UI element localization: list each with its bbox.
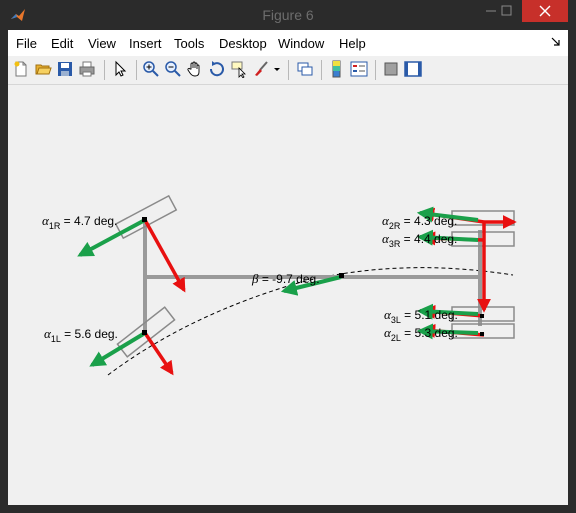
toolbar-separator [375, 60, 376, 80]
show-plot-tools-icon[interactable] [404, 60, 422, 78]
toolbar-separator [288, 60, 289, 80]
hide-plot-tools-icon[interactable] [382, 60, 400, 78]
print-icon[interactable] [78, 60, 96, 78]
pan-hand-icon[interactable] [186, 60, 204, 78]
menu-edit[interactable]: Edit [51, 36, 73, 51]
figure-window: Figure 6 File Edit View Insert Tools Des… [0, 0, 576, 513]
link-plot-icon[interactable] [296, 60, 314, 78]
label-alpha-3r: α3R = 4.4 deg. [382, 231, 458, 249]
zoom-out-icon[interactable] [164, 60, 182, 78]
force-arrow-front-left [143, 332, 174, 376]
brush-dropdown-icon[interactable] [272, 60, 282, 78]
edit-plot-arrow-icon[interactable] [111, 60, 129, 78]
figure-canvas[interactable]: α1R = 4.7 deg. α1L = 5.6 deg. β = -9.7 d… [8, 85, 568, 505]
menu-desktop[interactable]: Desktop [219, 36, 267, 51]
dock-arrow-icon[interactable] [550, 36, 562, 48]
menu-window[interactable]: Window [278, 36, 324, 51]
maximize-button[interactable] [494, 0, 524, 22]
menu-insert[interactable]: Insert [129, 36, 162, 51]
close-button[interactable] [522, 0, 568, 22]
label-alpha-3l: α3L = 5.1 deg. [384, 307, 458, 325]
vehicle-diagram [77, 194, 517, 376]
open-file-icon[interactable] [34, 60, 52, 78]
menu-tools[interactable]: Tools [174, 36, 204, 51]
menu-help[interactable]: Help [339, 36, 366, 51]
figure-toolbar [8, 56, 568, 85]
zoom-in-icon[interactable] [142, 60, 160, 78]
menu-file[interactable]: File [16, 36, 37, 51]
label-alpha-2l: α2L = 5.3 deg. [384, 325, 458, 343]
force-arrow-front-right [143, 219, 186, 293]
legend-icon[interactable] [350, 60, 368, 78]
new-figure-icon[interactable] [12, 60, 30, 78]
rotate-3d-icon[interactable] [208, 60, 226, 78]
data-cursor-icon[interactable] [230, 60, 248, 78]
toolbar-separator [321, 60, 322, 80]
title-bar[interactable]: Figure 6 [0, 0, 576, 30]
save-icon[interactable] [56, 60, 74, 78]
toolbar-separator [136, 60, 137, 80]
label-alpha-2r: α2R = 4.3 deg. [382, 213, 458, 231]
menu-view[interactable]: View [88, 36, 116, 51]
menu-bar: File Edit View Insert Tools Desktop Wind… [8, 30, 568, 56]
label-alpha-1l: α1L = 5.6 deg. [44, 326, 118, 344]
toolbar-separator [104, 60, 105, 80]
label-beta: β = -9.7 deg. [252, 271, 320, 286]
colorbar-icon[interactable] [328, 60, 346, 78]
brush-icon[interactable] [252, 60, 270, 78]
label-alpha-1r: α1R = 4.7 deg. [42, 213, 118, 231]
